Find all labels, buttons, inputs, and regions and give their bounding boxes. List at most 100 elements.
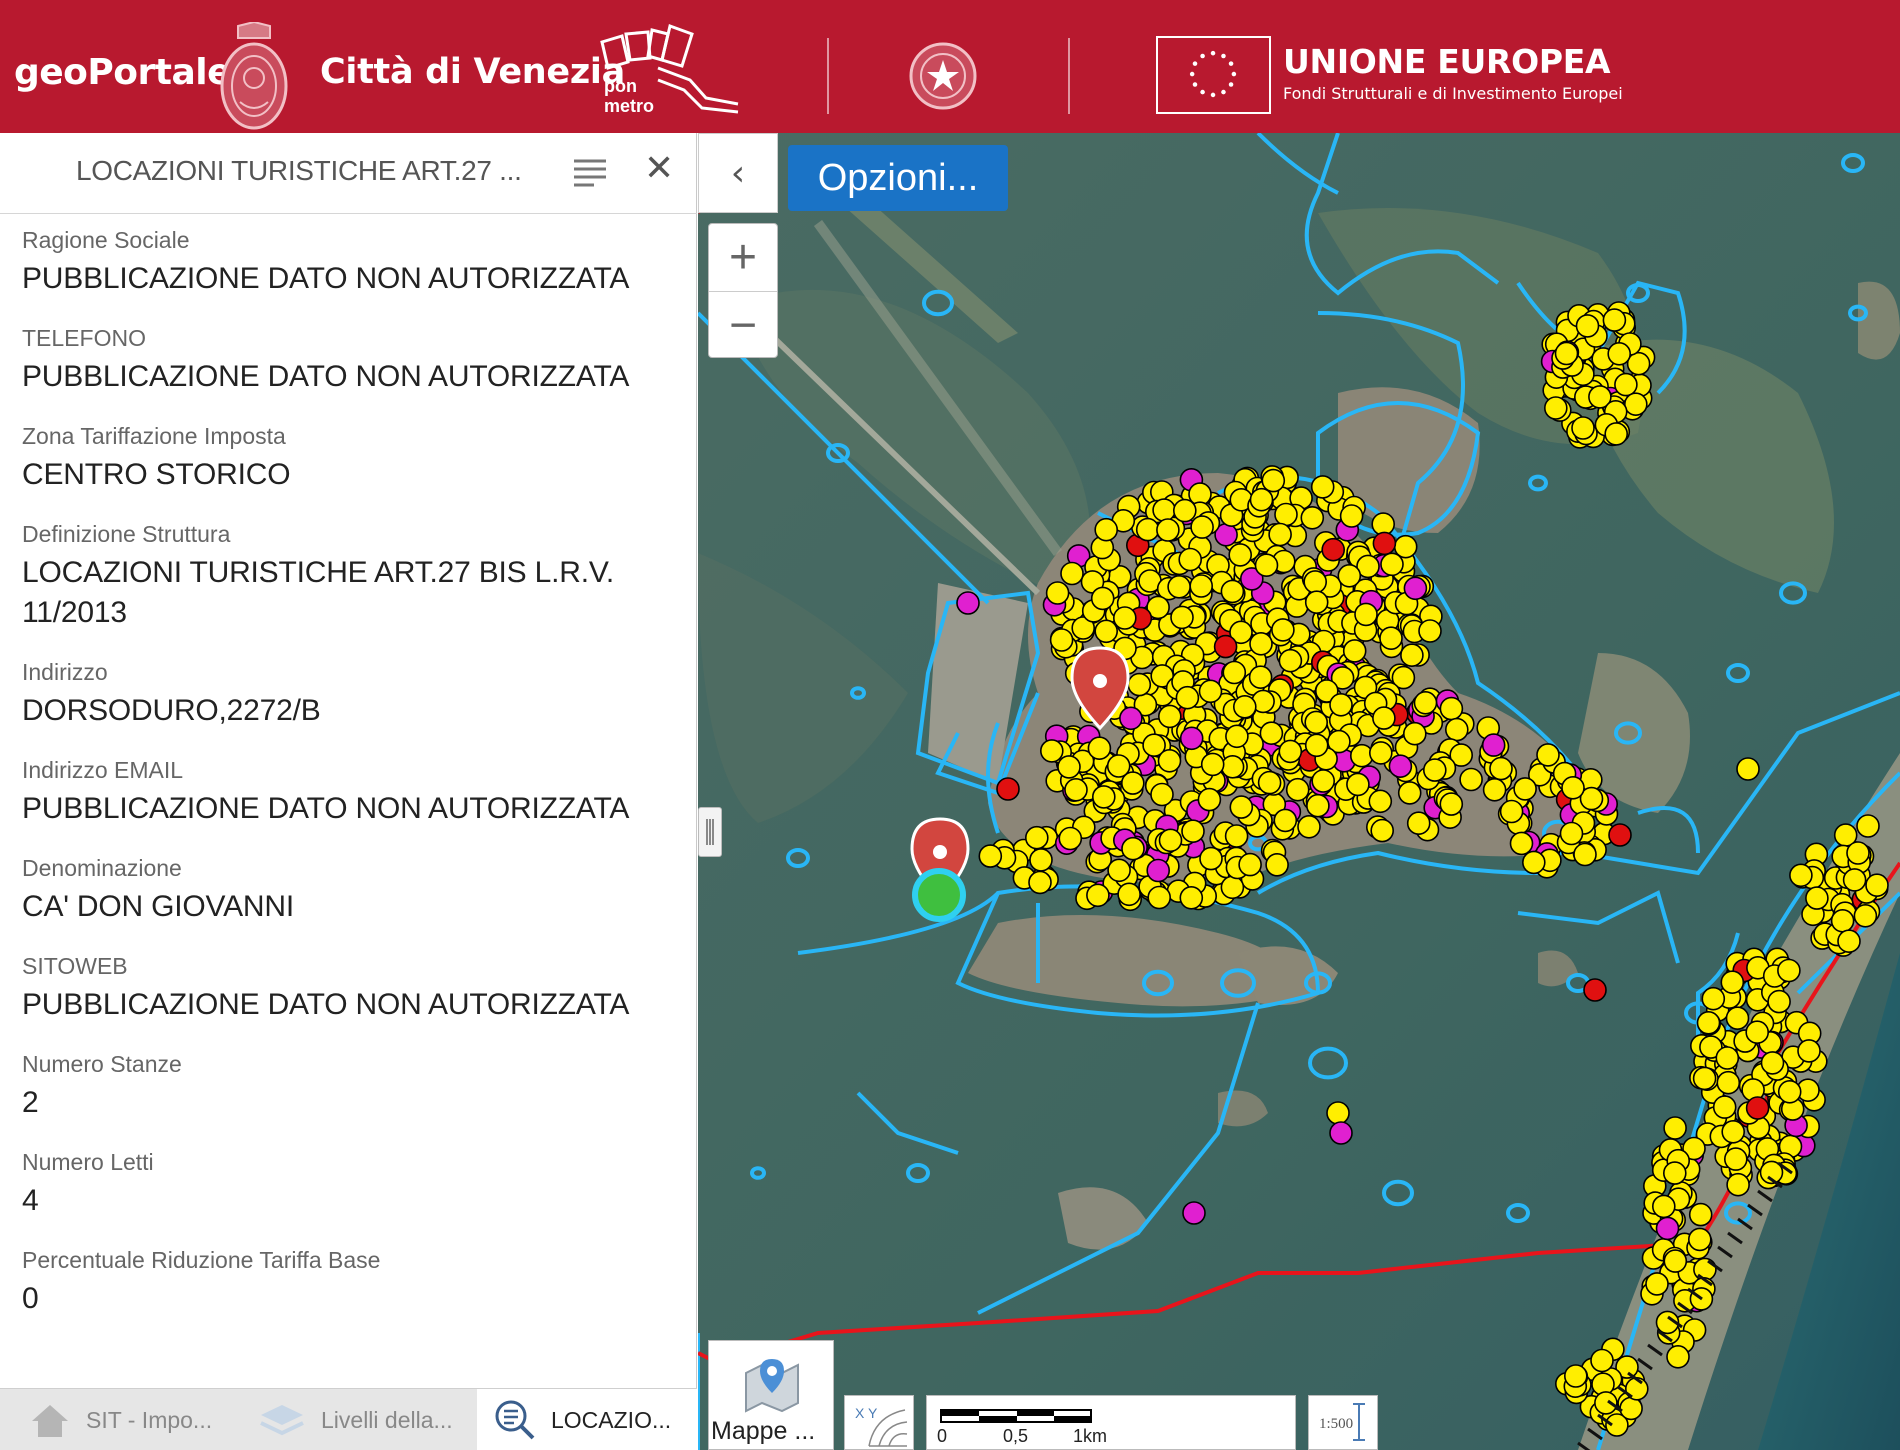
basemaps-button[interactable]: Mappe ... [708, 1340, 834, 1450]
scale-label: 1km [1073, 1426, 1107, 1446]
list-icon[interactable] [572, 157, 608, 189]
header-divider [1068, 38, 1070, 114]
attribute-field: TELEFONO PUBBLICAZIONE DATO NON AUTORIZZA… [22, 323, 682, 397]
poi-marker [1842, 868, 1867, 892]
coordinates-icon: X Y [855, 1405, 908, 1447]
poi-marker [1561, 775, 1585, 800]
poi-marker [1663, 1116, 1687, 1140]
poi-marker [1499, 799, 1524, 824]
scale-select-button[interactable]: 1:500 [1308, 1395, 1378, 1450]
panel-resize-handle[interactable] [698, 807, 722, 857]
poi-marker [996, 777, 1020, 801]
attribute-label: Ragione Sociale [22, 227, 190, 253]
poi-marker [1135, 517, 1160, 542]
poi-marker [1147, 885, 1172, 910]
coordinates-button[interactable]: X Y [844, 1395, 914, 1450]
poi-marker [1304, 733, 1329, 758]
attribute-label: Numero Stanze [22, 1051, 182, 1077]
poi-marker [1346, 772, 1370, 797]
poi-marker [1402, 721, 1427, 746]
attribute-label: Percentuale Riduzione Tariffa Base [22, 1247, 381, 1273]
poi-marker [1626, 351, 1651, 376]
poi-marker [1745, 1096, 1770, 1120]
poi-marker [1736, 757, 1760, 781]
close-icon[interactable]: ✕ [644, 149, 674, 189]
poi-marker [1619, 1396, 1643, 1421]
poi-marker [1200, 752, 1225, 777]
map-view[interactable]: ‹ Opzioni... + − Mappe ... X Y 0 0,5 1km [698, 133, 1900, 1450]
options-button[interactable]: Opzioni... [788, 145, 1008, 211]
poi-marker [1213, 634, 1238, 659]
poi-marker [1521, 850, 1546, 875]
poi-marker [1198, 679, 1223, 704]
poi-marker [1594, 1391, 1618, 1415]
attribute-label: Zona Tariffazione Imposta [22, 423, 286, 449]
poi-marker [1329, 692, 1353, 717]
poi-marker [1583, 978, 1607, 1002]
poi-marker [1090, 586, 1115, 611]
attribute-field: Ragione Sociale PUBBLICAZIONE DATO NON AU… [22, 225, 682, 299]
poi-marker [1489, 756, 1513, 781]
ponmetro-logo-icon: pon metro [600, 24, 739, 116]
poi-marker [1509, 831, 1534, 856]
brand-logo[interactable]: geoPortale [14, 52, 232, 93]
poi-marker [1422, 758, 1447, 782]
poi-marker [1662, 1161, 1687, 1185]
poi-marker [1238, 852, 1262, 877]
attribute-value: CA' DON GIOVANNI [22, 890, 295, 923]
zoom-in-button[interactable]: + [709, 224, 777, 291]
poi-marker [1607, 342, 1632, 366]
poi-marker [1575, 314, 1600, 338]
attribute-field: Indirizzo DORSODURO,2272/B [22, 657, 682, 731]
poi-marker [1179, 726, 1204, 751]
poi-marker [1865, 873, 1889, 898]
poi-marker [1354, 602, 1378, 627]
city-name: Città di Venezia [320, 52, 625, 92]
poi-marker [1150, 782, 1174, 807]
attribute-value: 4 [22, 1184, 39, 1217]
poi-marker [1045, 581, 1070, 605]
zoom-out-button[interactable]: − [709, 291, 777, 358]
poi-marker [1688, 1202, 1713, 1227]
poi-marker [1444, 717, 1469, 742]
poi-marker [1121, 836, 1145, 861]
poi-marker [1306, 793, 1330, 818]
poi-marker [1536, 743, 1560, 767]
aerial-map-canvas[interactable] [698, 133, 1900, 1450]
attribute-value: PUBBLICAZIONE DATO NON AUTORIZZATA [22, 988, 630, 1021]
poi-marker [1106, 754, 1131, 778]
tab-locazioni[interactable]: LOCAZIO... [477, 1389, 697, 1450]
poi-marker [1297, 814, 1321, 839]
poi-marker [1604, 422, 1629, 446]
poi-marker [1663, 1249, 1688, 1273]
poi-marker [1655, 1216, 1680, 1241]
ponmetro-text-2: metro [604, 96, 654, 116]
poi-marker [1039, 739, 1064, 763]
app-header: geoPortale Città di Venezia pon metro UN… [0, 0, 1900, 133]
collapse-panel-button[interactable]: ‹ [698, 133, 778, 213]
poi-marker [1224, 824, 1249, 848]
poi-marker [1119, 706, 1143, 731]
scale-button-text: 1:500 [1319, 1416, 1353, 1432]
poi-marker [1623, 392, 1648, 417]
poi-marker [1029, 848, 1053, 872]
tab-sit[interactable]: SIT - Impo... [0, 1389, 237, 1450]
poi-marker [1379, 626, 1403, 651]
poi-marker [1608, 823, 1632, 847]
poi-marker [1602, 308, 1627, 332]
poi-marker [1107, 858, 1131, 883]
attribute-field: Denominazione CA' DON GIOVANNI [22, 853, 682, 927]
selected-feature-highlight [912, 868, 966, 922]
poi-marker [1777, 958, 1801, 983]
poi-marker [1058, 826, 1083, 851]
poi-marker [1805, 886, 1829, 910]
poi-marker [1091, 785, 1116, 809]
poi-marker [1400, 643, 1424, 668]
zoom-control: + − [708, 223, 778, 358]
poi-marker [1789, 863, 1813, 888]
tab-layers[interactable]: Livelli della... [237, 1389, 477, 1450]
attribute-field: Numero Letti 4 [22, 1147, 682, 1221]
poi-marker [1651, 1194, 1676, 1219]
poi-marker [1094, 517, 1119, 542]
map-pin-icon [745, 1359, 799, 1413]
